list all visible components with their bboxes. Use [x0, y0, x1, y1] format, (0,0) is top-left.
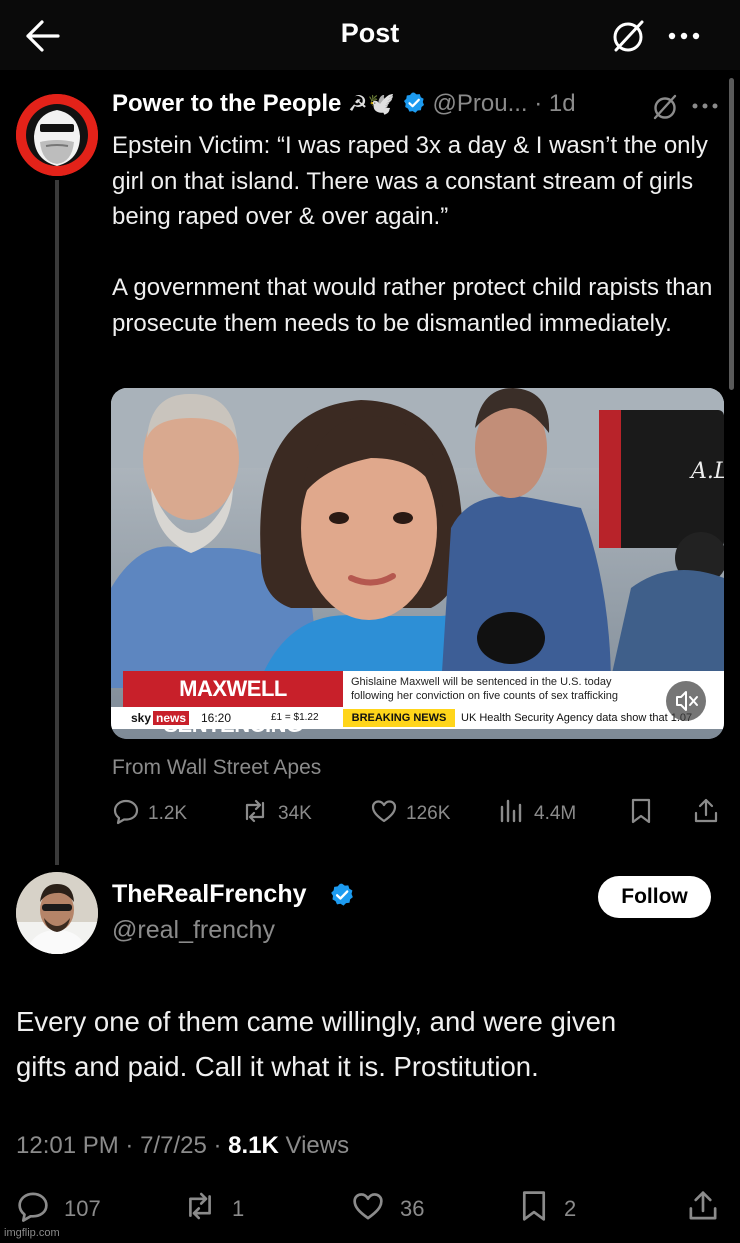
views-button[interactable]: 4.4M — [498, 796, 576, 832]
breaking-news-label: BREAKING NEWS — [343, 709, 455, 727]
avatar[interactable] — [16, 94, 98, 176]
author-name[interactable]: Power to the People — [112, 90, 341, 117]
reply-count: 1.2K — [148, 803, 188, 824]
bookmark-icon — [628, 797, 662, 831]
grok-icon[interactable] — [608, 16, 648, 56]
follow-button[interactable]: Follow — [598, 876, 711, 918]
share-button[interactable] — [692, 796, 728, 832]
like-button[interactable]: 126K — [370, 796, 450, 832]
tv-subtitle-line2: following her conviction on five counts … — [351, 690, 618, 702]
sky-logo-text: sky — [131, 711, 152, 725]
reply-post-text: Every one of them came willingly, and we… — [16, 1006, 617, 1082]
quoted-post-text: Epstein Victim: “I was raped 3x a day & … — [112, 132, 713, 337]
tv-subtitle-line1: Ghislaine Maxwell will be sentenced in t… — [351, 676, 612, 688]
separator-dot: · — [118, 1132, 141, 1159]
repost-count: 1 — [232, 1196, 245, 1221]
camera-brand-text: A.L — [689, 459, 724, 484]
watermark: imgflip.com — [4, 1227, 60, 1239]
avatar[interactable] — [16, 872, 98, 954]
like-count: 36 — [400, 1196, 425, 1221]
heart-icon — [370, 797, 406, 831]
news-logo-text: news — [153, 711, 190, 725]
repost-count: 34K — [278, 803, 312, 824]
verified-badge-icon — [402, 90, 426, 117]
quoted-post-header: Power to the People ☭🕊️ @Prou... · 1d — [112, 90, 576, 126]
post-time[interactable]: 12:01 PM — [16, 1132, 119, 1159]
bookmark-button[interactable] — [628, 796, 662, 832]
bookmark-icon — [518, 1189, 564, 1229]
more-horizontal-icon[interactable] — [690, 98, 720, 114]
repost-button[interactable]: 1 — [182, 1188, 244, 1230]
author-flair: ☭🕊️ — [348, 91, 396, 116]
like-button[interactable]: 36 — [350, 1188, 424, 1230]
reply-icon — [112, 797, 148, 831]
analytics-icon — [498, 797, 534, 831]
thread-connector-line — [55, 180, 59, 865]
post-metadata: 12:01 PM · 7/7/25 · 8.1K Views — [16, 1132, 349, 1160]
share-icon — [692, 797, 728, 831]
reply-icon — [16, 1189, 64, 1229]
video-source-attribution[interactable]: From Wall Street Apes — [112, 756, 321, 780]
bookmark-count: 2 — [564, 1196, 577, 1221]
bookmark-button[interactable]: 2 — [518, 1188, 576, 1230]
post-time[interactable]: 1d — [549, 90, 576, 117]
video-player[interactable]: A.L MAXWELL SENTENCING Ghislaine Maxwell… — [111, 388, 724, 739]
grok-icon[interactable] — [650, 92, 680, 122]
tv-exchange-rate: £1 = $1.22 — [271, 712, 319, 723]
share-icon — [686, 1189, 734, 1229]
author-name[interactable]: TheRealFrenchy — [112, 880, 307, 909]
verified-badge-icon — [329, 882, 355, 908]
views-label[interactable]: Views — [286, 1132, 350, 1159]
reply-button[interactable]: 107 — [16, 1188, 101, 1230]
more-horizontal-icon[interactable] — [664, 20, 708, 52]
separator-dot: · — [527, 90, 549, 117]
tv-ticker-text: UK Health Security Agency data show that… — [461, 712, 693, 724]
reply-button[interactable]: 1.2K — [112, 796, 187, 832]
share-button[interactable] — [686, 1188, 734, 1230]
like-count: 126K — [406, 803, 451, 824]
repost-icon — [240, 797, 278, 831]
sky-news-logo: sky news — [131, 711, 190, 725]
post-date[interactable]: 7/7/25 — [140, 1132, 207, 1159]
repost-button[interactable]: 34K — [240, 796, 312, 832]
views-count: 4.4M — [534, 803, 577, 824]
heart-icon — [350, 1189, 400, 1229]
repost-icon — [182, 1189, 232, 1229]
reply-count: 107 — [64, 1196, 101, 1221]
author-handle[interactable]: @Prou... — [433, 90, 528, 117]
scrollbar[interactable] — [729, 78, 734, 390]
tv-clock: 16:20 — [201, 711, 232, 725]
author-handle[interactable]: @real_frenchy — [112, 916, 275, 945]
separator-dot: · — [206, 1132, 229, 1159]
mute-icon[interactable] — [666, 681, 706, 721]
tv-banner-headline: MAXWELL SENTENCING — [123, 671, 343, 737]
top-bar: Post — [0, 0, 740, 70]
views-count: 8.1K — [228, 1132, 279, 1159]
